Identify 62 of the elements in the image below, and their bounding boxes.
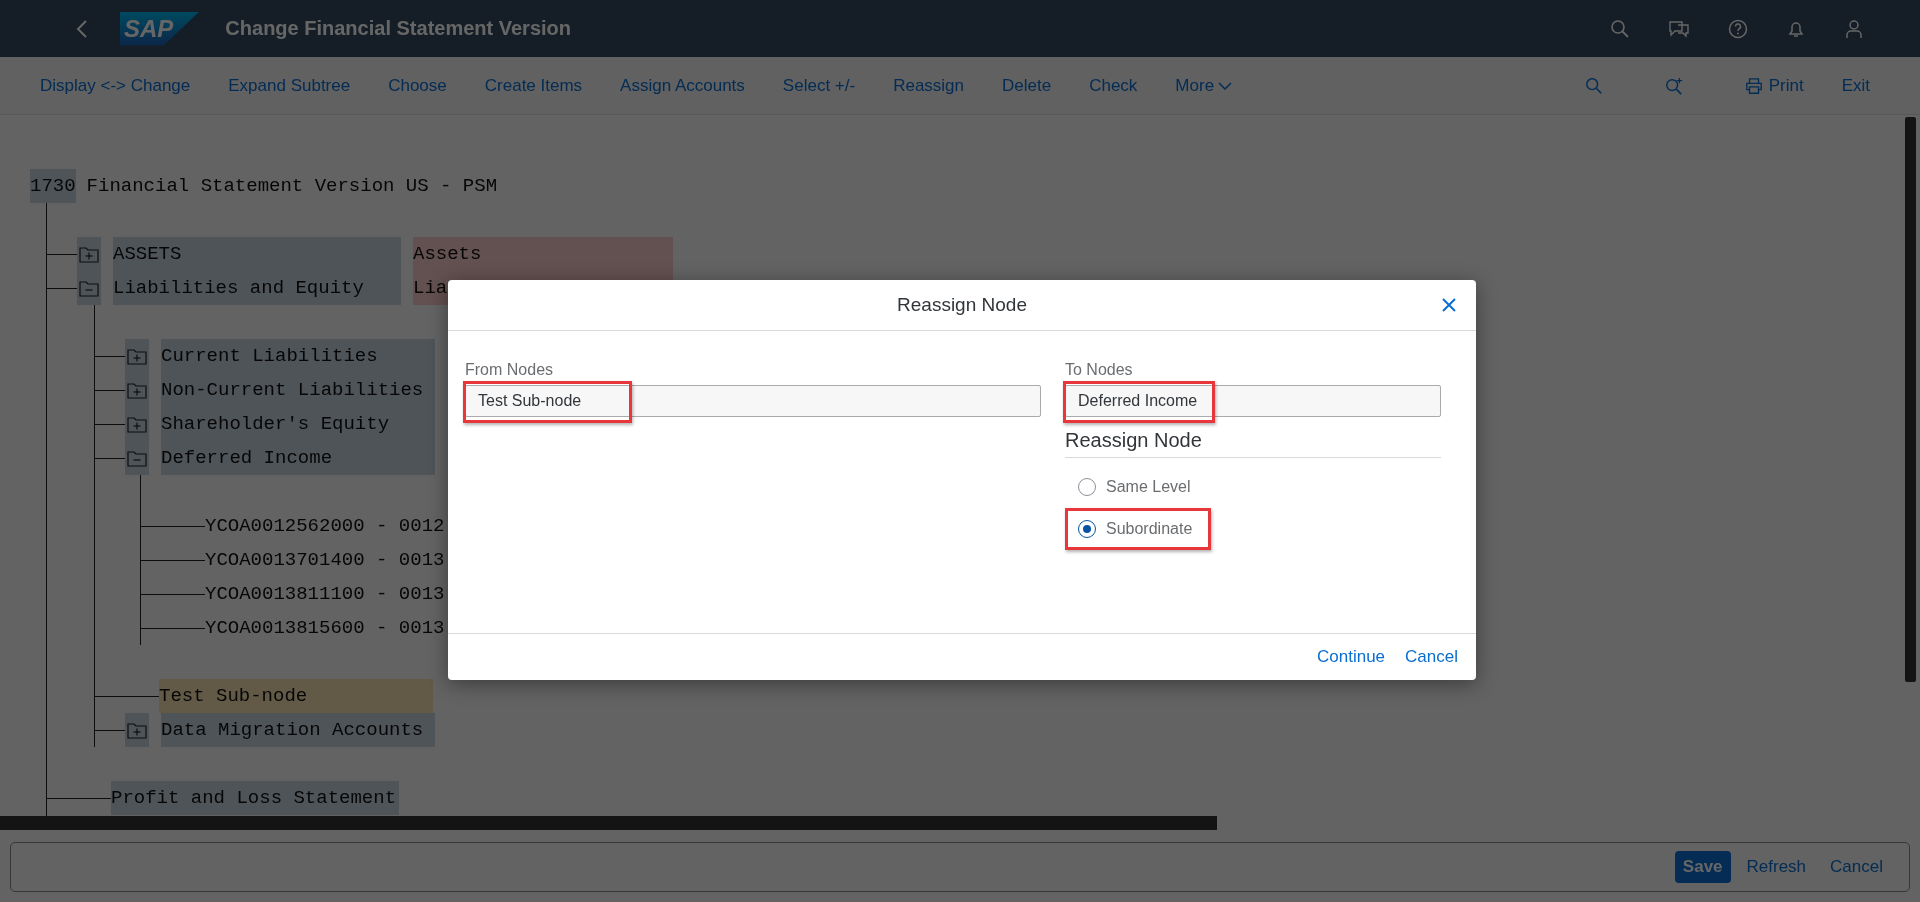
back-icon[interactable] [76,18,88,39]
close-icon[interactable] [1442,298,1456,312]
horizontal-scrollbar[interactable] [0,816,1217,830]
account-label[interactable]: YCOA0013701400 - 0013 [205,543,445,577]
account-label[interactable]: YCOA0013811100 - 0013 [205,577,445,611]
more-button[interactable]: More [1161,69,1247,102]
radio-label[interactable]: Same Level [1106,478,1191,496]
caret-icon [1218,81,1233,90]
tree-node-label[interactable]: Profit and Loss Statement [111,781,399,815]
dialog-button[interactable]: Continue [1309,641,1394,673]
user-icon[interactable] [1844,18,1864,39]
folder-plus-icon[interactable] [77,237,101,271]
tree-node-label[interactable]: Liabilities and Equity [113,271,401,305]
zoom-in-icon [1664,76,1683,95]
chat-icon[interactable] [1668,18,1690,39]
field-label: From Nodes [465,361,555,380]
group-title: Reassign Node [1065,429,1203,453]
tree-node-label[interactable]: Current Liabilities [161,339,435,373]
toolbar-button[interactable]: Reassign [879,69,979,102]
footer-button[interactable]: Refresh [1738,851,1815,883]
toolbar-button[interactable]: Display <-> Change [26,69,205,102]
printer-icon [1744,76,1763,95]
toolbar-button[interactable]: Create Items [470,69,597,102]
tree-node-label[interactable]: ASSETS [113,237,401,271]
account-label[interactable]: YCOA0012562000 - 0012 [205,509,445,543]
vertical-scrollbar[interactable] [1905,117,1916,682]
tree-node-label[interactable]: Non-Current Liabilities [161,373,435,407]
radio-label[interactable]: Subordinate [1106,520,1193,538]
search-icon [1584,76,1603,95]
from-nodes-field[interactable]: Test Sub-node [465,385,1041,417]
app-title: Change Financial Statement Version [225,17,571,40]
tree-node-label[interactable]: Data Migration Accounts [161,713,435,747]
tree-node-description: Assets [413,237,673,271]
toolbar-button[interactable]: Delete [988,69,1066,102]
account-label[interactable]: YCOA0013815600 - 0013 [205,611,445,645]
radio-button[interactable] [1078,478,1096,496]
tree-node-label[interactable]: Test Sub-node [159,679,433,713]
dialog-button[interactable]: Cancel [1397,641,1466,673]
folder-plus-icon[interactable] [125,713,149,747]
radio-button[interactable] [1078,520,1096,538]
footer-button[interactable]: Save [1674,851,1731,883]
toolbar-button[interactable]: Check [1075,69,1152,102]
toolbar-button[interactable]: Assign Accounts [606,69,759,102]
field-label: To Nodes [1065,361,1134,380]
folder-minus-icon[interactable] [77,271,101,305]
logo[interactable]: SAP [120,11,200,46]
to-nodes-field[interactable]: Deferred Income [1065,385,1441,417]
search-icon[interactable] [1610,18,1630,39]
tree-root-label: Financial Statement Version US - PSM [85,174,498,199]
help-icon[interactable] [1728,18,1748,39]
toolbar-button[interactable]: Choose [374,69,461,102]
footer-button[interactable]: Cancel [1822,851,1891,883]
exit-button[interactable]: Exit [1827,69,1884,102]
tree-node-label[interactable]: Shareholder's Equity [161,407,435,441]
tree-root-code[interactable]: 1730 [30,169,76,203]
toolbar-button[interactable]: Expand Subtree [214,69,365,102]
tree-node-label[interactable]: Deferred Income [161,441,435,475]
toolbar-button[interactable]: Select +/- [768,69,870,102]
print-button[interactable]: Print [1730,69,1818,102]
dialog-title: Reassign Node [897,294,1027,316]
folder-plus-icon[interactable] [125,339,149,373]
folder-minus-icon[interactable] [125,441,149,475]
